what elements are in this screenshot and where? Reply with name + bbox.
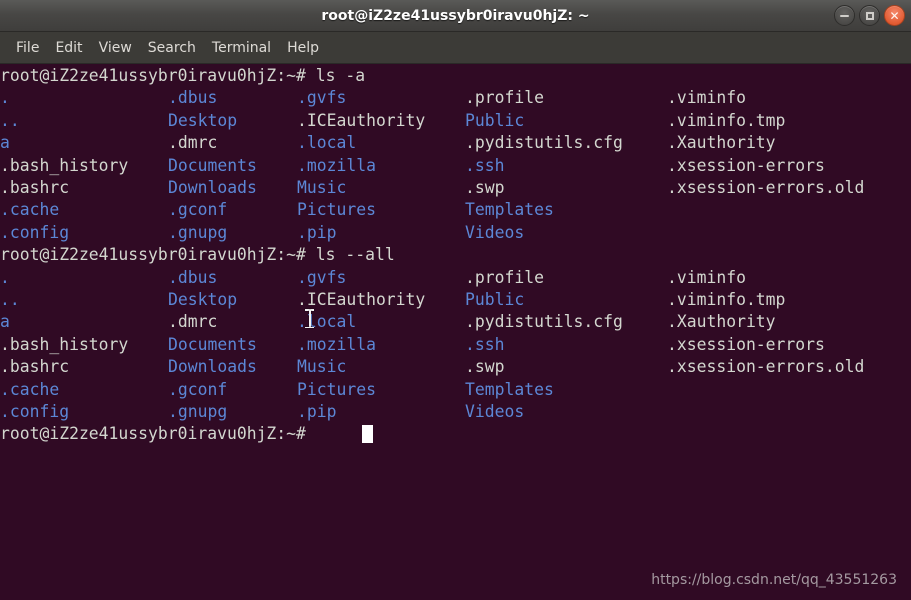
menu-item-help[interactable]: Help	[279, 37, 327, 59]
window-title: root@iZ2ze41ussybr0iravu0hjZ: ~	[321, 8, 590, 24]
ls-entry-directory: .config	[0, 222, 70, 242]
ls-entry-directory: .dbus	[168, 88, 218, 108]
close-button[interactable]: ✕	[884, 5, 905, 26]
menu-item-view[interactable]: View	[91, 37, 140, 59]
menu-item-terminal[interactable]: Terminal	[204, 37, 279, 59]
ls-entry-file: .xsession-errors.old	[667, 178, 865, 197]
ls-entry-directory: .gnupg	[168, 402, 228, 421]
ls-entry-file: .pydistutils.cfg	[465, 312, 623, 332]
menu-item-search[interactable]: Search	[140, 37, 204, 59]
ls-entry-directory: Desktop	[168, 290, 238, 309]
ls-entry-directory: Downloads	[168, 178, 257, 197]
ls-entry-directory: .cache	[0, 379, 60, 399]
ls-entry-file: .xsession-errors	[667, 334, 825, 354]
ls-entry-directory: Videos	[465, 222, 525, 242]
ls-entry-directory: .config	[0, 402, 70, 421]
ls-entry-file: .swp	[465, 178, 505, 197]
ls-entry-directory: Public	[465, 110, 525, 130]
ls-entry-file: .Xauthority	[667, 312, 776, 332]
ls-entry-file: .xsession-errors.old	[667, 357, 865, 377]
ls-entry-directory: .gvfs	[297, 267, 347, 287]
ls-entry-file: .viminfo.tmp	[667, 110, 786, 130]
ls-entry-file: .viminfo	[667, 88, 746, 108]
menubar: File Edit View Search Terminal Help	[0, 32, 911, 64]
ls-entry-file: .viminfo.tmp	[667, 290, 786, 309]
window-titlebar[interactable]: root@iZ2ze41ussybr0iravu0hjZ: ~ ✕	[0, 0, 911, 32]
ls-entry-directory: .ssh	[465, 334, 505, 354]
ls-entry-file: .profile	[465, 88, 544, 108]
ls-entry-file: .ICEauthority	[297, 290, 426, 309]
ls-entry-directory: .gvfs	[297, 88, 347, 108]
ls-entry-directory: Music	[297, 357, 347, 377]
ls-entry-directory: .	[0, 88, 10, 108]
ls-entry-file: .bashrc	[0, 357, 70, 377]
ls-entry-directory: a	[0, 133, 10, 153]
ls-entry-directory: .ssh	[465, 155, 505, 175]
ls-entry-file: .xsession-errors	[667, 155, 825, 175]
ls-entry-file: .pydistutils.cfg	[465, 133, 623, 153]
ls-entry-file: .bashrc	[0, 178, 70, 197]
ls-entry-directory: Videos	[465, 402, 525, 421]
ls-entry-file: .swp	[465, 357, 505, 377]
terminal-command-line: root@iZ2ze41ussybr0iravu0hjZ:~# ls -a	[0, 66, 366, 85]
ls-entry-directory: .mozilla	[297, 334, 376, 354]
window-controls: ✕	[834, 5, 905, 26]
ls-entry-file: .dmrc	[168, 133, 218, 153]
minimize-icon	[835, 6, 854, 25]
ls-entry-directory: Documents	[168, 155, 257, 175]
menu-item-edit[interactable]: Edit	[47, 37, 90, 59]
ls-entry-directory: Desktop	[168, 110, 238, 130]
maximize-icon	[860, 6, 879, 25]
ls-entry-directory: Music	[297, 178, 347, 197]
ls-entry-file: .Xauthority	[667, 133, 776, 153]
ls-entry-file: .profile	[465, 267, 544, 287]
ls-entry-directory: ..	[0, 110, 20, 130]
ls-entry-file: .ICEauthority	[297, 110, 426, 130]
ls-entry-directory: .pip	[297, 402, 337, 421]
ls-entry-directory: Downloads	[168, 357, 257, 377]
close-icon: ✕	[889, 8, 900, 23]
ls-entry-directory: Templates	[465, 379, 554, 399]
ls-entry-file: .bash_history	[0, 155, 129, 175]
ls-entry-directory: .gconf	[168, 379, 228, 399]
terminal-screen[interactable]: root@iZ2ze41ussybr0iravu0hjZ:~# ls -a...…	[0, 64, 911, 600]
ls-entry-directory: .local	[297, 312, 357, 332]
terminal-final-prompt: root@iZ2ze41ussybr0iravu0hjZ:~#	[0, 424, 316, 444]
ls-entry-file: .viminfo	[667, 267, 746, 287]
ls-entry-directory: .dbus	[168, 267, 218, 287]
ls-entry-file: .dmrc	[168, 312, 218, 332]
ls-entry-directory: .gnupg	[168, 222, 228, 242]
menu-item-file[interactable]: File	[8, 37, 47, 59]
ls-entry-directory: .cache	[0, 200, 60, 220]
ls-entry-directory: Pictures	[297, 379, 376, 399]
ls-entry-directory: Pictures	[297, 200, 376, 220]
ls-entry-directory: Public	[465, 290, 525, 309]
terminal-command-line: root@iZ2ze41ussybr0iravu0hjZ:~# ls --all	[0, 245, 395, 265]
ls-entry-directory: .pip	[297, 222, 337, 242]
terminal-cursor	[361, 425, 373, 444]
ls-entry-directory: ..	[0, 290, 20, 309]
terminal-window: root@iZ2ze41ussybr0iravu0hjZ: ~ ✕ File E…	[0, 0, 911, 600]
ls-entry-directory: a	[0, 312, 10, 332]
ls-entry-directory: Documents	[168, 334, 257, 354]
ls-entry-directory: .mozilla	[297, 155, 376, 175]
ls-entry-directory: .gconf	[168, 200, 228, 220]
terminal-content: root@iZ2ze41ussybr0iravu0hjZ:~# ls -a...…	[0, 64, 911, 600]
ls-entry-directory: .	[0, 267, 10, 287]
minimize-button[interactable]	[834, 5, 855, 26]
ls-entry-file: .bash_history	[0, 334, 129, 354]
ls-entry-directory: Templates	[465, 200, 554, 220]
watermark: https://blog.csdn.net/qq_43551263	[651, 572, 897, 588]
maximize-button[interactable]	[859, 5, 880, 26]
ls-entry-directory: .local	[297, 133, 357, 153]
